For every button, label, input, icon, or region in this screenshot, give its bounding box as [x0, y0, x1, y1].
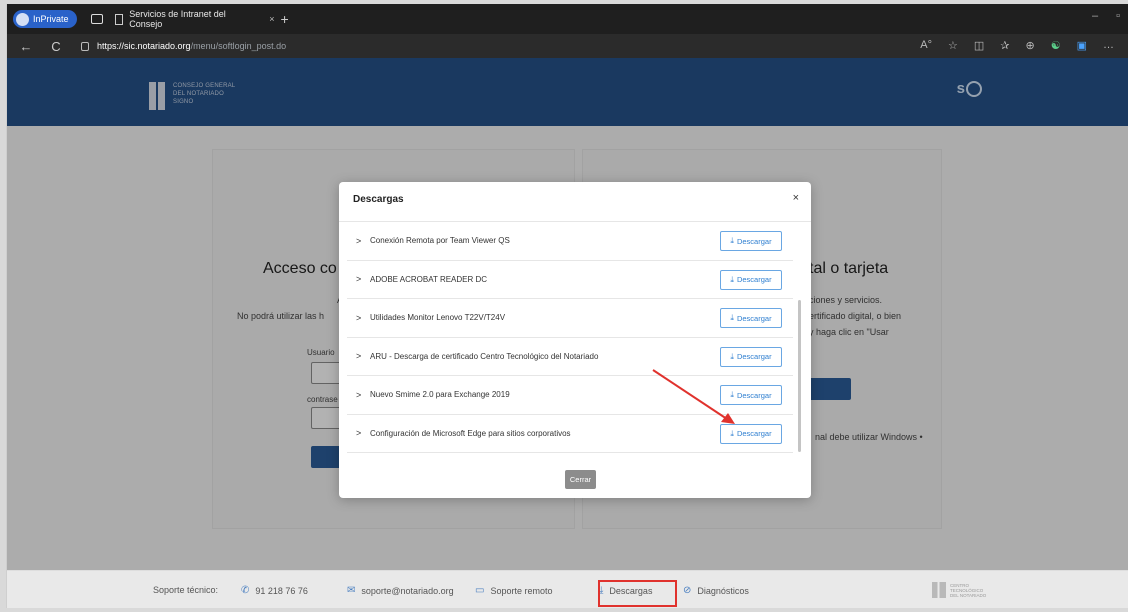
monitor-icon: ▭ [475, 585, 485, 596]
email-link[interactable]: ✉ soporte@notariado.org [347, 585, 454, 596]
url-host: https://sic.notariado.org [97, 41, 191, 51]
modal-scrollbar[interactable] [798, 300, 801, 452]
favorite-icon[interactable]: ☆ [948, 39, 958, 52]
cto-logo-icon [932, 582, 946, 598]
profile-avatar-icon [16, 12, 29, 26]
split-screen-icon[interactable]: ◫ [974, 39, 984, 52]
read-aloud-icon[interactable]: A° [920, 39, 932, 52]
phone-icon: ✆ [241, 585, 250, 596]
mail-icon: ✉ [347, 585, 356, 596]
download-button[interactable]: ⤓ Descargar [720, 308, 782, 328]
descargas-modal: Descargas × > Conexión Remota por Team V… [339, 182, 811, 498]
inprivate-badge[interactable]: InPrivate [13, 10, 77, 28]
tab-title: Servicios de Intranet del Consejo [129, 9, 226, 29]
download-button[interactable]: ⤓ Descargar [720, 269, 782, 290]
modal-title: Descargas [353, 194, 404, 205]
url-path: /menu/softlogin_post.do [190, 41, 287, 51]
new-tab-button[interactable]: + [281, 11, 289, 27]
remote-support-link[interactable]: ▭ Soporte remoto [475, 585, 553, 596]
soporte-text: Soporte técnico: [153, 585, 219, 595]
cto-text-3: DEL NOTARIADO [950, 592, 987, 598]
minimize-button[interactable]: – [1092, 10, 1098, 22]
download-button-label: Descargar [736, 313, 772, 323]
list-item[interactable]: > Utilidades Monitor Lenovo T22V/T24V ⤓ D… [347, 299, 793, 338]
cerrar-button[interactable]: Cerrar [565, 470, 596, 489]
download-item-label: Nuevo Smime 2.0 para Exchange 2019 [370, 390, 510, 400]
title-bar: InPrivate Servicios de Intranet del Cons… [7, 4, 1128, 34]
favorites-icon[interactable]: ✰ [1000, 39, 1009, 52]
maximize-button[interactable]: ▫ [1116, 10, 1120, 22]
modal-close-icon[interactable]: × [793, 192, 799, 204]
collections-icon[interactable]: ⊕ [1026, 39, 1035, 52]
chevron-right-icon[interactable]: > [356, 390, 368, 400]
download-icon: ⤓ [730, 351, 734, 361]
phone-link[interactable]: ✆ 91 218 76 76 [241, 585, 308, 596]
address-bar: ← C https://sic.notariado.org /menu/soft… [7, 34, 1128, 58]
lock-icon [81, 41, 89, 51]
download-button-label: Descargar [736, 352, 772, 361]
cto-text-2: TECNOLÓGICO [950, 587, 984, 593]
highlight-box [598, 580, 677, 607]
email-address: soporte@notariado.org [361, 585, 454, 596]
extension-icon[interactable]: ☯ [1051, 39, 1061, 52]
chevron-right-icon[interactable]: > [356, 274, 368, 284]
download-button-label: Descargar [736, 275, 772, 284]
chevron-right-icon[interactable]: > [356, 313, 368, 323]
chevron-right-icon[interactable]: > [356, 236, 368, 246]
soporte-label: Soporte técnico: [153, 585, 218, 595]
remote-support-label: Soporte remoto [490, 585, 553, 596]
check-circle-icon: ⊘ [683, 585, 692, 596]
download-button-label: Descargar [736, 236, 772, 246]
list-item[interactable]: > ADOBE ACROBAT READER DC ⤓ Descargar [347, 261, 793, 299]
download-button[interactable]: ⤓ Descargar [720, 231, 782, 251]
chevron-right-icon[interactable]: > [356, 351, 368, 361]
chevron-right-icon[interactable]: > [356, 428, 368, 438]
tab-close-icon[interactable]: × [269, 14, 274, 24]
browser-window: InPrivate Servicios de Intranet del Cons… [6, 4, 1128, 608]
download-icon: ⤓ [730, 274, 734, 284]
inprivate-label: InPrivate [33, 14, 69, 24]
list-item[interactable]: > Conexión Remota por Team Viewer QS ⤓ De… [347, 222, 793, 261]
copilot-icon[interactable]: ▣ [1077, 39, 1087, 52]
download-item-label: ARU - Descarga de certificado Centro Tec… [370, 351, 599, 361]
download-item-label: Conexión Remota por Team Viewer QS [370, 236, 510, 246]
toolbar-icons: A° ☆ ◫ ✰ ⊕ ☯ ▣ … [920, 39, 1114, 52]
download-item-label: Configuración de Microsoft Edge para sit… [370, 428, 571, 438]
download-item-label: Utilidades Monitor Lenovo T22V/T24V [370, 313, 506, 323]
window-controls: – ▫ [1092, 10, 1120, 22]
page-icon [114, 13, 124, 25]
more-icon[interactable]: … [1103, 39, 1114, 52]
download-item-label: ADOBE ACROBAT READER DC [370, 274, 488, 284]
phone-number: 91 218 76 76 [255, 585, 308, 596]
url-field[interactable]: https://sic.notariado.org /menu/softlogi… [81, 41, 286, 51]
back-button[interactable]: ← [15, 39, 37, 54]
annotation-arrow [652, 369, 735, 424]
download-icon: ⤓ [730, 313, 734, 322]
reload-button[interactable]: C [45, 39, 67, 54]
diagnosticos-link[interactable]: ⊘ Diagnósticos [683, 585, 749, 596]
diagnosticos-label: Diagnósticos [697, 585, 749, 596]
cto-logo: CENTRO TECNOLÓGICO DEL NOTARIADO [932, 582, 986, 598]
download-icon: ⤓ [730, 236, 734, 245]
browser-tab[interactable]: Servicios de Intranet del Consejo × [114, 7, 275, 31]
tab-actions-icon[interactable] [90, 14, 103, 24]
